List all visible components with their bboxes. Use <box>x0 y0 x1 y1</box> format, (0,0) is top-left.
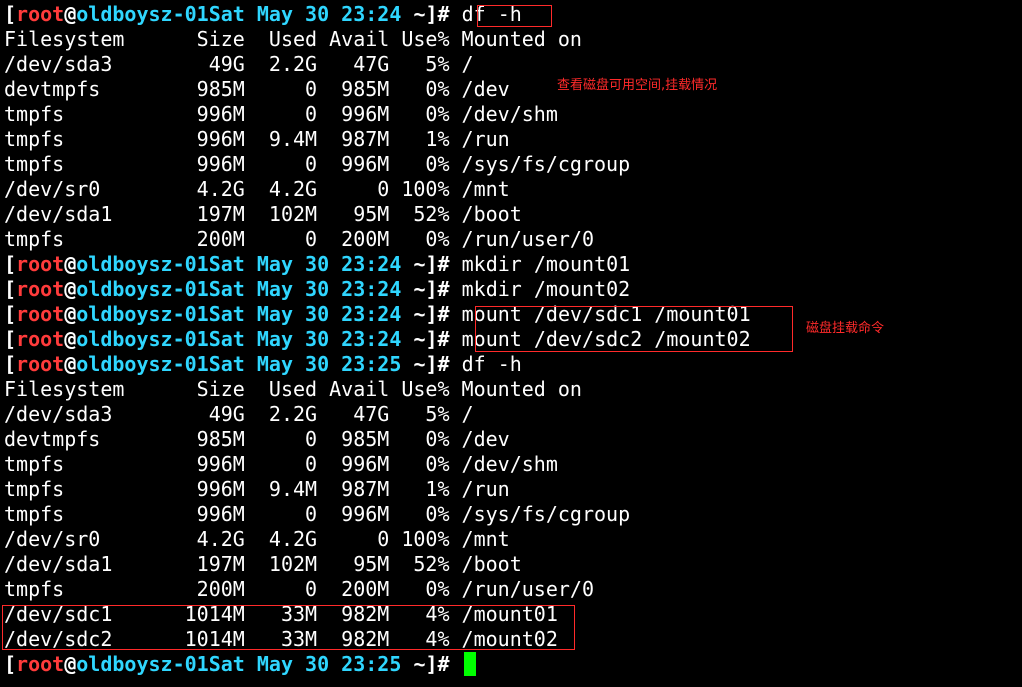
output-line: /dev/sda1 197M 102M 95M 52% /boot <box>4 202 522 226</box>
prompt-line: [root@oldboysz-01Sat May 30 23:24 ~]# mk… <box>4 277 630 302</box>
text-cursor[interactable] <box>463 652 476 676</box>
output-line: tmpfs 996M 9.4M 987M 1% /run <box>4 127 510 151</box>
prompt-line: [root@oldboysz-01Sat May 30 23:24 ~]# mk… <box>4 252 630 277</box>
command-text <box>450 652 462 676</box>
prompt-bracket-open: [ <box>4 302 17 326</box>
prompt-bracket-open: [ <box>4 277 17 301</box>
output-line: devtmpfs 985M 0 985M 0% /dev <box>4 77 510 101</box>
prompt-line: [root@oldboysz-01Sat May 30 23:25 ~]# df… <box>4 352 522 377</box>
output-line: /dev/sr0 4.2G 4.2G 0 100% /mnt <box>4 527 510 551</box>
command-text: df -h <box>449 352 522 376</box>
prompt-time: 23:25 <box>341 652 402 676</box>
prompt-bracket-open: [ <box>4 352 17 376</box>
prompt-dir-space <box>401 302 413 326</box>
annotation-mount-note: 磁盘挂载命令 <box>806 321 885 336</box>
prompt-at: @ <box>64 2 77 26</box>
output-line: tmpfs 200M 0 200M 0% /run/user/0 <box>4 227 595 251</box>
command-text: mkdir /mount01 <box>449 252 631 276</box>
prompt-date: Sat May 30 <box>208 302 342 326</box>
prompt-host: oldboysz-01 <box>76 302 209 326</box>
prompt-dir: ~ <box>413 327 426 351</box>
prompt-user: root <box>16 2 65 26</box>
output-line: Filesystem Size Used Avail Use% Mounted … <box>4 377 582 401</box>
prompt-time: 23:24 <box>341 252 402 276</box>
highlight-box-mount-commands <box>475 306 793 352</box>
prompt-host: oldboysz-01 <box>76 2 209 26</box>
prompt-at: @ <box>64 652 77 676</box>
prompt-user: root <box>16 327 65 351</box>
prompt-date: Sat May 30 <box>208 252 342 276</box>
prompt-at: @ <box>64 277 77 301</box>
prompt-bracket-open: [ <box>4 327 17 351</box>
prompt-bracket-close: ]# <box>425 2 450 26</box>
prompt-dir-space <box>401 2 413 26</box>
output-line: devtmpfs 985M 0 985M 0% /dev <box>4 427 510 451</box>
output-line: tmpfs 200M 0 200M 0% /run/user/0 <box>4 577 595 601</box>
prompt-dir-space <box>401 277 413 301</box>
prompt-dir: ~ <box>413 277 426 301</box>
output-line: tmpfs 996M 0 996M 0% /dev/shm <box>4 102 558 126</box>
prompt-dir: ~ <box>413 252 426 276</box>
highlight-box-df-command <box>477 5 552 27</box>
prompt-bracket-close: ]# <box>425 302 450 326</box>
prompt-date: Sat May 30 <box>208 277 342 301</box>
prompt-dir: ~ <box>413 302 426 326</box>
prompt-host: oldboysz-01 <box>76 327 209 351</box>
prompt-host: oldboysz-01 <box>76 252 209 276</box>
output-line: Filesystem Size Used Avail Use% Mounted … <box>4 27 582 51</box>
prompt-bracket-close: ]# <box>425 652 450 676</box>
prompt-bracket-open: [ <box>4 252 17 276</box>
prompt-dir-space <box>401 252 413 276</box>
prompt-host: oldboysz-01 <box>76 652 209 676</box>
prompt-dir: ~ <box>413 2 426 26</box>
output-line: tmpfs 996M 0 996M 0% /dev/shm <box>4 452 558 476</box>
prompt-user: root <box>16 252 65 276</box>
prompt-dir: ~ <box>413 352 426 376</box>
prompt-bracket-close: ]# <box>425 327 450 351</box>
prompt-bracket-open: [ <box>4 652 17 676</box>
prompt-at: @ <box>64 327 77 351</box>
prompt-bracket-close: ]# <box>425 252 450 276</box>
prompt-time: 23:24 <box>341 2 402 26</box>
prompt-host: oldboysz-01 <box>76 352 209 376</box>
output-line: /dev/sda1 197M 102M 95M 52% /boot <box>4 552 522 576</box>
prompt-dir-space <box>401 652 413 676</box>
prompt-time: 23:24 <box>341 277 402 301</box>
prompt-line: [root@oldboysz-01Sat May 30 23:25 ~]# <box>4 652 476 677</box>
command-text: mkdir /mount02 <box>449 277 631 301</box>
prompt-dir: ~ <box>413 652 426 676</box>
prompt-at: @ <box>64 302 77 326</box>
annotation-df-note: 查看磁盘可用空间,挂载情况 <box>557 78 718 93</box>
prompt-user: root <box>16 652 65 676</box>
prompt-time: 23:25 <box>341 352 402 376</box>
prompt-user: root <box>16 302 65 326</box>
prompt-line: [root@oldboysz-01Sat May 30 23:24 ~]# df… <box>4 2 522 27</box>
prompt-time: 23:24 <box>341 302 402 326</box>
prompt-at: @ <box>64 352 77 376</box>
prompt-time: 23:24 <box>341 327 402 351</box>
prompt-date: Sat May 30 <box>208 2 342 26</box>
output-line: /dev/sr0 4.2G 4.2G 0 100% /mnt <box>4 177 510 201</box>
prompt-dir-space <box>401 352 413 376</box>
prompt-date: Sat May 30 <box>208 327 342 351</box>
prompt-dir-space <box>401 327 413 351</box>
prompt-user: root <box>16 352 65 376</box>
prompt-host: oldboysz-01 <box>76 277 209 301</box>
prompt-date: Sat May 30 <box>208 352 342 376</box>
prompt-bracket-open: [ <box>4 2 17 26</box>
output-line: tmpfs 996M 0 996M 0% /sys/fs/cgroup <box>4 502 631 526</box>
output-line: tmpfs 996M 0 996M 0% /sys/fs/cgroup <box>4 152 631 176</box>
prompt-date: Sat May 30 <box>208 652 342 676</box>
output-line: /dev/sda3 49G 2.2G 47G 5% / <box>4 402 474 426</box>
output-line: tmpfs 996M 9.4M 987M 1% /run <box>4 477 510 501</box>
prompt-bracket-close: ]# <box>425 352 450 376</box>
prompt-bracket-close: ]# <box>425 277 450 301</box>
output-line: /dev/sda3 49G 2.2G 47G 5% / <box>4 52 474 76</box>
highlight-box-new-mounts <box>2 605 575 650</box>
prompt-user: root <box>16 277 65 301</box>
prompt-at: @ <box>64 252 77 276</box>
